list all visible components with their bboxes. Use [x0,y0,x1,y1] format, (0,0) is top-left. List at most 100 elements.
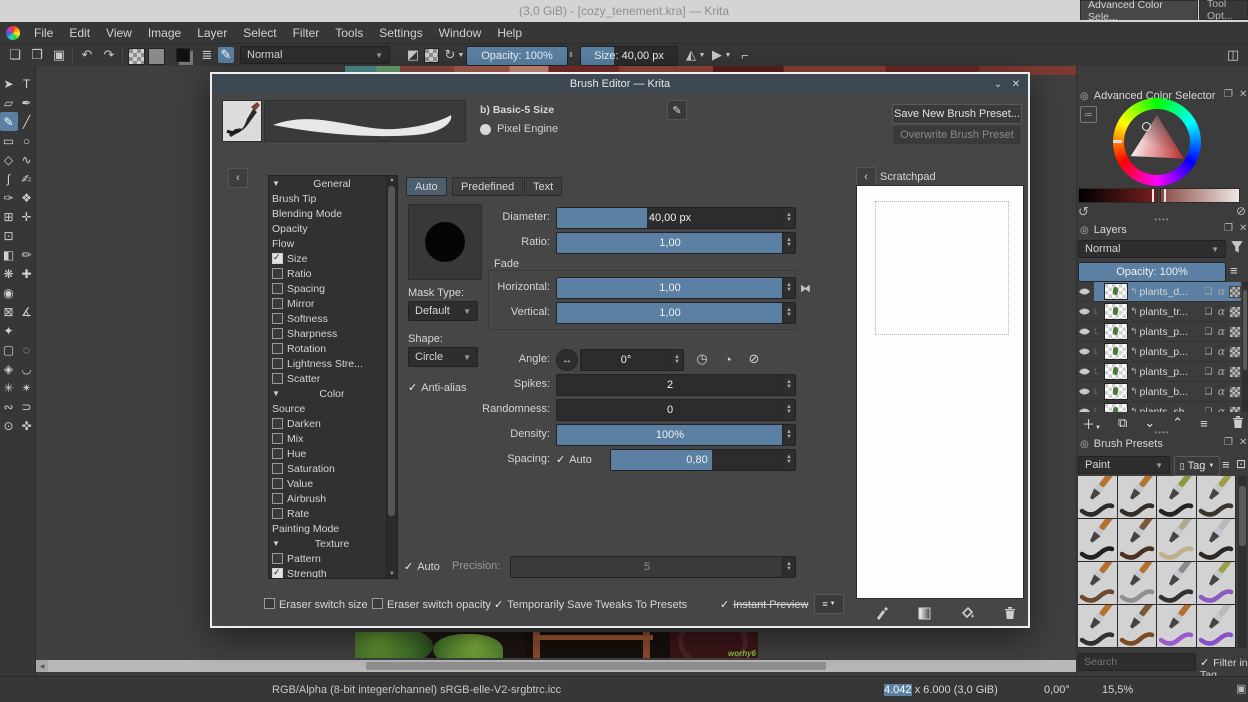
layer-row-main[interactable]: L ↰ plants_b... ❏ α [1094,382,1241,401]
layer-row-main[interactable]: L ↰ plants_sh... ❏ α [1094,402,1241,412]
diameter-spin[interactable] [782,208,795,228]
layer-thumbnail[interactable] [1104,283,1128,300]
storage-icon[interactable]: ⊡ [1236,457,1246,471]
spacing-spin[interactable] [782,450,795,470]
pan-tool[interactable]: ✜ [18,416,36,435]
bezier-curve-tool[interactable]: ∫ [0,169,18,188]
checkbox-icon[interactable] [272,463,283,474]
angle-dial[interactable]: ↔ [556,349,578,371]
checkbox-icon[interactable] [272,493,283,504]
similar-select-tool[interactable]: ✴ [18,378,36,397]
contiguous-select-tool[interactable]: ✳ [0,378,18,397]
eraser-switch-opacity-checkbox[interactable]: Eraser switch opacity [372,598,491,611]
new-file-icon[interactable]: ❏ [6,46,24,64]
dialog-titlebar[interactable]: Brush Editor — Krita ⌄ ✕ [212,74,1028,94]
layer-thumbnail[interactable] [1104,363,1128,380]
close-docker-icon[interactable]: ✕ [1239,437,1247,448]
layer-visible-icon[interactable] [1077,387,1092,396]
brush-preset-3[interactable] [1157,476,1196,518]
layer-name[interactable]: plants_p... [1140,346,1201,358]
window-titlebar[interactable]: (3,0 GiB) - [cozy_tenement.kra] — Krita … [0,0,1248,22]
layer-inherit-alpha-icon[interactable] [1229,385,1241,398]
layers-header[interactable]: ◎ Layers [1080,222,1127,238]
option-spacing[interactable]: Spacing❏ [269,281,397,296]
layer-row-main[interactable]: L ↰ plants_p... ❏ α [1094,322,1241,341]
preserve-alpha-icon[interactable] [424,48,439,63]
brush-preset-6[interactable] [1117,519,1156,561]
menu-tools[interactable]: Tools [327,23,371,43]
brush-preset-2[interactable] [1117,476,1156,518]
chevron-down-icon[interactable]: ▼ [456,46,466,64]
preset-view-menu-icon[interactable]: ≡ [1222,457,1230,472]
menu-window[interactable]: Window [431,23,490,43]
horizontal-spin[interactable] [782,278,795,298]
scratchpad-paint-icon[interactable] [872,603,892,623]
layer-inherit-alpha-icon[interactable] [1229,285,1241,298]
layers-menu-icon[interactable]: ≡ [1230,263,1238,278]
checkbox-icon[interactable] [272,252,283,264]
text-tool[interactable]: T [18,74,36,93]
precision-slider[interactable]: 5 [510,556,796,578]
menu-view[interactable]: View [98,23,140,43]
brush-option-lines-icon[interactable]: ≣ [198,46,216,64]
layer-row-main[interactable]: L ↰ plants_tr... ❏ α [1094,302,1241,321]
move-tool[interactable]: ✛ [18,207,36,226]
angle-pressure-icon[interactable]: ⊘ [744,349,764,369]
brush-presets-header[interactable]: ◎ Brush Presets [1080,436,1163,452]
vertical-fade-slider[interactable]: 1,00 [556,302,796,324]
options-section-texture[interactable]: ▼ Texture [269,536,397,551]
scratchpad-fill-gradient-icon[interactable] [914,603,934,623]
option-hue[interactable]: Hue❏ [269,446,397,461]
calligraphy-tool[interactable]: ✒ [18,93,36,112]
fg-bg-color-swatch[interactable] [176,48,190,62]
layer-row-main[interactable]: L ↰ plants_p... ❏ α [1094,362,1241,381]
density-slider[interactable]: 100% [556,424,796,446]
brush-editor-toggle[interactable]: ✎ [218,47,234,63]
no-color-icon[interactable]: ⊘ [1236,204,1246,218]
checkbox-icon[interactable] [272,448,283,459]
scratchpad-canvas[interactable] [856,185,1024,599]
chevron-down-icon[interactable]: ▼ [698,46,706,64]
layer-row[interactable]: L ↰ plants_tr... ❏ α [1076,302,1242,322]
hscroll-thumb[interactable] [366,662,826,670]
option-darken[interactable]: Darken❏ [269,416,397,431]
layer-alpha-lock-icon[interactable]: α [1216,405,1227,412]
layers-scrollbar[interactable] [1242,282,1248,412]
eraser-switch-size-checkbox[interactable]: Eraser switch size [264,598,368,611]
canvas-artwork-bottom[interactable]: worhy6 [355,632,758,658]
layer-alpha-lock-icon[interactable]: α [1216,285,1227,298]
rectangle-tool[interactable]: ▭ [0,131,18,150]
layer-inherit-alpha-icon[interactable] [1229,305,1241,318]
delete-layer-button[interactable] [1232,415,1244,432]
angle-spinbox[interactable]: 0° [580,349,684,371]
spacing-auto-checkbox[interactable]: ✓ Auto [556,453,592,466]
layer-row[interactable]: L ↰ plants_sh... ❏ α [1076,402,1242,412]
spikes-spinbox[interactable]: 2 [556,374,796,396]
shade-bar-dark[interactable] [1078,188,1158,203]
layer-visible-icon[interactable] [1077,367,1092,376]
tab-text[interactable]: Text [524,177,563,196]
splitter-handle[interactable]: •••• [1150,216,1174,224]
option-pattern[interactable]: Pattern❏ [269,551,397,566]
tab-predefined[interactable]: Predefined [452,177,524,196]
option-size[interactable]: Size❏ [269,251,397,266]
option-blending-mode[interactable]: Blending Mode❏ [269,206,397,221]
checkbox-icon[interactable] [272,418,283,429]
polyline-tool[interactable]: ∿ [18,150,36,169]
float-docker-icon[interactable]: ❐ [1224,223,1233,234]
layer-inherit-alpha-icon[interactable] [1229,345,1241,358]
brush-preset-16[interactable] [1196,605,1235,647]
layer-properties-button[interactable]: ≡ [1200,416,1208,431]
bezier-select-tool[interactable]: ∾ [0,397,18,416]
checkbox-icon[interactable] [272,373,283,384]
checkbox-icon[interactable] [272,343,283,354]
option-lightness-stre[interactable]: Lightness Stre...❏ [269,356,397,371]
brush-preset-1[interactable] [1078,476,1117,518]
transform-tool[interactable]: ⊞ [0,207,18,226]
undo-icon[interactable]: ↶ [78,46,96,64]
brush-preset-5[interactable] [1078,519,1117,561]
layer-alpha-lock-icon[interactable]: α [1216,305,1227,318]
menu-settings[interactable]: Settings [371,23,430,43]
float-docker-icon[interactable]: ❐ [1224,89,1233,100]
checkbox-icon[interactable] [272,358,283,369]
